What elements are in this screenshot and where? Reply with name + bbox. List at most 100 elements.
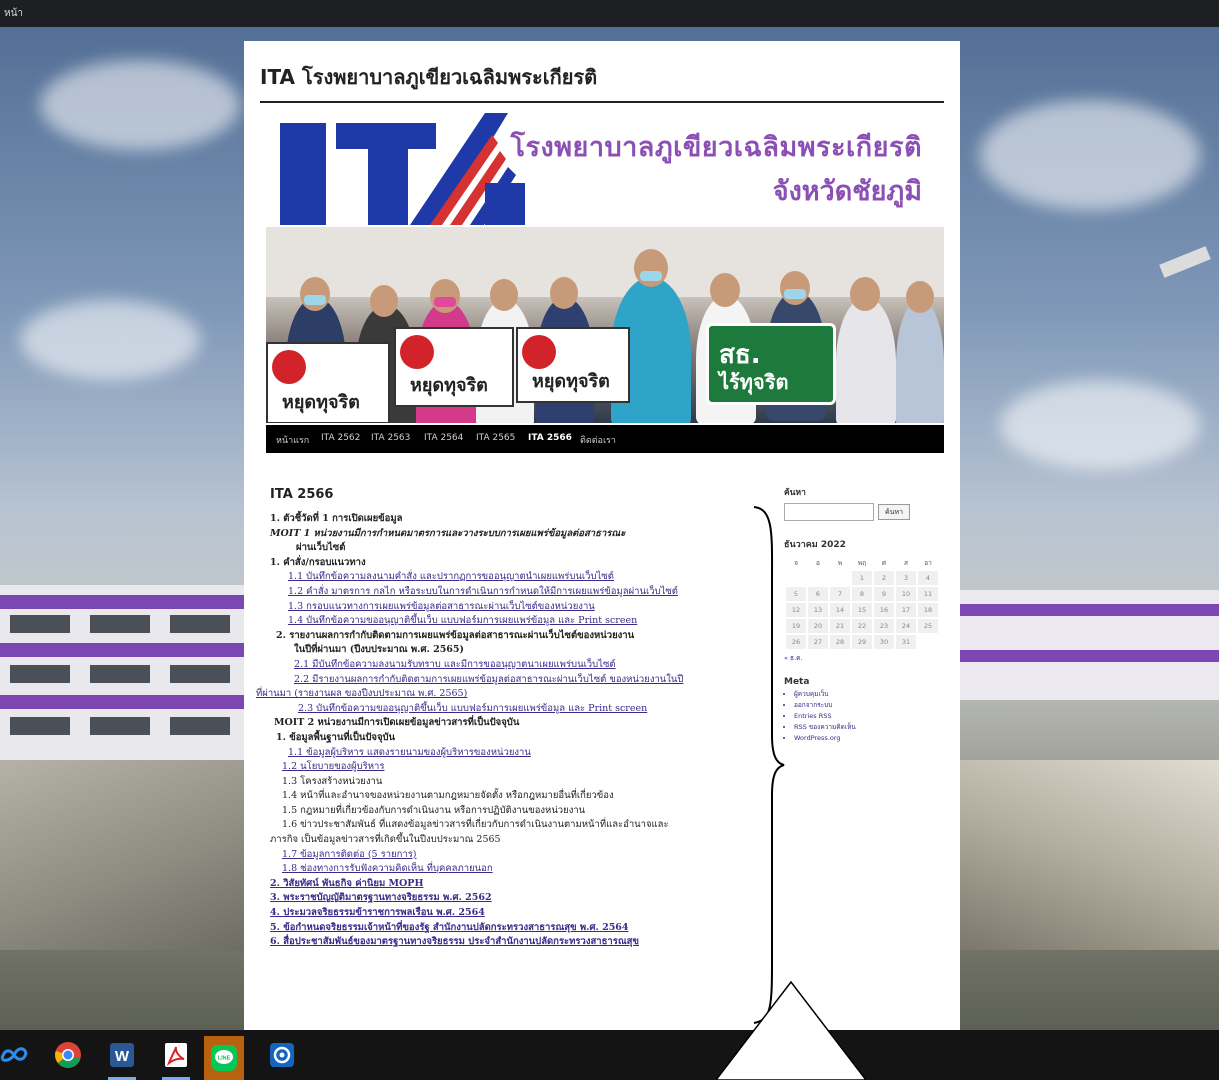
calendar-week: 19 20 21 22 23 24 25 xyxy=(786,619,938,633)
cloud xyxy=(40,60,240,150)
search-input[interactable] xyxy=(784,503,874,521)
roofs-right xyxy=(960,760,1219,950)
doc-link[interactable]: 1.2 นโยบายของผู้บริหาร xyxy=(282,761,384,772)
doc-link[interactable]: 4. ประมวลจริยธรรมข้าราชการพลเรือน พ.ศ. 2… xyxy=(270,907,485,918)
calendar-day: 16 xyxy=(874,603,894,617)
calendar-day: 5 xyxy=(786,587,806,601)
list-item: 1.4 หน้าที่และอำนาจของหน่วยงานตามกฎหมายจ… xyxy=(282,790,614,802)
doc-link[interactable]: ที่ผ่านมา (รายงานผล ของปีงบประมาณ พ.ศ. 2… xyxy=(256,688,467,699)
calendar-prev-link[interactable]: « ธ.ค. xyxy=(784,653,954,663)
ita-logo-icon xyxy=(280,113,525,225)
calendar-weekday: พฤ xyxy=(857,559,867,567)
calendar-day: 7 xyxy=(830,587,850,601)
doc-link[interactable]: 2.1 มีบันทึกข้อความลงนามรับทราบ และมีการ… xyxy=(294,659,616,670)
calendar-week: 12 13 14 15 16 17 18 xyxy=(786,603,938,617)
anti-corruption-sign: หยุดทุจริต xyxy=(266,342,390,423)
cloud xyxy=(20,300,200,380)
nav-item-ita-2565[interactable]: ITA 2565 xyxy=(476,433,515,443)
calendar-day: 18 xyxy=(918,603,938,617)
title-divider xyxy=(260,101,944,103)
calendar-day: 2 xyxy=(874,571,894,585)
tab-label[interactable]: หน้า xyxy=(4,6,23,21)
line-icon: LINE xyxy=(211,1045,237,1071)
doc-link[interactable]: 1.7 ข้อมูลการติดต่อ (5 รายการ) xyxy=(282,849,417,860)
post-content: ITA 2566 1. ตัวชี้วัดที่ 1 การเปิดเผยข้อ… xyxy=(256,487,762,950)
line-taskbar-tile[interactable]: LINE xyxy=(204,1036,244,1080)
svg-text:W: W xyxy=(115,1048,130,1065)
calendar-day: 6 xyxy=(808,587,828,601)
meta-item[interactable]: RSS ของความคิดเห็น xyxy=(794,722,954,733)
moit-heading: MOIT 2 หน่วยงานมีการเปิดเผยข้อมูลข่าวสาร… xyxy=(274,717,520,729)
calendar-day: 31 xyxy=(896,635,916,649)
acrobat-icon[interactable] xyxy=(162,1041,190,1069)
anti-corruption-sign: หยุดทุจริต xyxy=(516,327,630,403)
meta-item[interactable]: Entries RSS xyxy=(794,711,954,722)
header-photo: หยุดทุจริต หยุดทุจริต หยุดทุจริต สธ. ไร้… xyxy=(266,227,944,423)
doc-link[interactable]: 1.2 คำสั่ง มาตรการ กลไก หรือระบบในการดำเ… xyxy=(288,586,678,597)
sub-heading: 2. รายงานผลการกำกับติดตามการเผยแพร่ข้อมู… xyxy=(276,629,635,641)
nav-item-ita-2564[interactable]: ITA 2564 xyxy=(424,433,463,443)
site-title[interactable]: ITA โรงพยาบาลภูเขียวเฉลิมพระเกียรติ xyxy=(260,61,597,93)
calendar-day: 14 xyxy=(830,603,850,617)
doc-link[interactable]: 6. สื่อประชาสัมพันธ์ของมาตรฐานทางจริยธรร… xyxy=(270,936,639,947)
header-banner: โรงพยาบาลภูเขียวเฉลิมพระเกียรติ จังหวัดช… xyxy=(266,107,944,225)
calendar-weekday: พ xyxy=(837,559,843,567)
calendar-day xyxy=(808,571,828,585)
building-right xyxy=(960,590,1219,700)
calendar: จอพพฤศสอา 1 2 3 4 5 6 7 8 9 10 11 12 13 14 15 16 17 18 19 2… xyxy=(784,555,940,651)
nav-item-contact[interactable]: ติดต่อเรา xyxy=(580,433,616,447)
calendar-day: 12 xyxy=(786,603,806,617)
meta-item[interactable]: ผู้ควบคุมเว็บ xyxy=(794,689,954,700)
post-title: ITA 2566 xyxy=(270,487,334,502)
doc-link[interactable]: 1.4 บันทึกข้อความขออนุญาติขึ้นเว็บ แบบฟอ… xyxy=(288,615,637,626)
calendar-day: 8 xyxy=(852,587,872,601)
list-item-cont: ภารกิจ เป็นข้อมูลข่าวสารที่เกิดขึ้นในปีง… xyxy=(270,834,501,846)
calendar-weekday: ส xyxy=(904,559,908,567)
doc-link[interactable]: 1.1 ข้อมูลผู้บริหาร แสดงรายนามของผู้บริห… xyxy=(288,747,531,758)
cloud xyxy=(1000,380,1200,470)
doc-link[interactable]: 1.1 บันทึกข้อความลงนามคำสั่ง และปรากฏการ… xyxy=(288,571,614,582)
meta-item[interactable]: ออกจากระบบ xyxy=(794,700,954,711)
calendar-title: ธันวาคม 2022 xyxy=(784,540,846,550)
calendar-day: 27 xyxy=(808,635,828,649)
search-button[interactable]: ค้นหา xyxy=(878,504,910,520)
calendar-day: 22 xyxy=(852,619,872,633)
sub-heading: 1. ข้อมูลพื้นฐานที่เป็นปัจจุบัน xyxy=(276,731,396,743)
doc-link[interactable]: 2. วิสัยทัศน์ พันธกิจ ค่านิยม MOPH xyxy=(270,878,423,889)
doc-link[interactable]: 1.3 กรอบแนวทางการเผยแพร่ข้อมูลต่อสาธารณะ… xyxy=(288,601,595,612)
doc-link[interactable]: 2.3 บันทึกข้อความขออนุญาติขึ้นเว็บ แบบฟอ… xyxy=(298,703,647,714)
doc-link[interactable]: 1.8 ช่องทางการรับฟังความคิดเห็น ที่บุคคล… xyxy=(282,863,493,874)
calendar-weekday: จ xyxy=(794,559,798,567)
calendar-day: 15 xyxy=(852,603,872,617)
calendar-day: 13 xyxy=(808,603,828,617)
nav-item-ita-2562[interactable]: ITA 2562 xyxy=(321,433,360,443)
section-heading: 1. ตัวชี้วัดที่ 1 การเปิดเผยข้อมูล xyxy=(270,513,403,524)
banner-province: จังหวัดชัยภูมิ xyxy=(772,176,922,207)
sub-heading: 1. คำสั่ง/กรอบแนวทาง xyxy=(270,556,366,568)
nav-item-ita-2566[interactable]: ITA 2566 xyxy=(528,433,572,443)
nav-item-home[interactable]: หน้าแรก xyxy=(276,433,309,447)
calendar-week: 1234 xyxy=(786,571,938,585)
cloud xyxy=(980,100,1200,210)
nav-item-ita-2563[interactable]: ITA 2563 xyxy=(371,433,410,443)
word-icon[interactable]: W xyxy=(108,1041,136,1069)
doc-link[interactable]: 2.2 มีรายงานผลการกำกับติดตามการเผยแพร่ข้… xyxy=(294,674,683,685)
meta-list: ผู้ควบคุมเว็บ ออกจากระบบ Entries RSS RSS… xyxy=(784,689,954,744)
calendar-day: 25 xyxy=(918,619,938,633)
roofs-left xyxy=(0,760,244,950)
chrome-icon[interactable] xyxy=(54,1041,82,1069)
green-sign: สธ. ไร้ทุจริต xyxy=(706,323,836,405)
doc-link[interactable]: 5. ข้อกำหนดจริยธรรมเจ้าหน้าที่ของรัฐ สำน… xyxy=(270,922,629,933)
calendar-day: 10 xyxy=(896,587,916,601)
callout-triangle xyxy=(716,980,866,1080)
taskbar: W LINE xyxy=(0,1030,1219,1080)
app-icon[interactable] xyxy=(268,1041,296,1069)
calendar-day: 17 xyxy=(896,603,916,617)
meta-item[interactable]: WordPress.org xyxy=(794,733,954,744)
meta-icon[interactable] xyxy=(0,1041,28,1069)
brace-annotation xyxy=(753,506,785,1024)
doc-link[interactable]: 3. พระราชบัญญัติมาตรฐานทางจริยธรรม พ.ศ. … xyxy=(270,892,492,903)
calendar-day: 24 xyxy=(896,619,916,633)
calendar-day: 21 xyxy=(830,619,850,633)
sidebar: ค้นหา ค้นหา ธันวาคม 2022 จอพพฤศสอา 12345… xyxy=(784,485,954,744)
